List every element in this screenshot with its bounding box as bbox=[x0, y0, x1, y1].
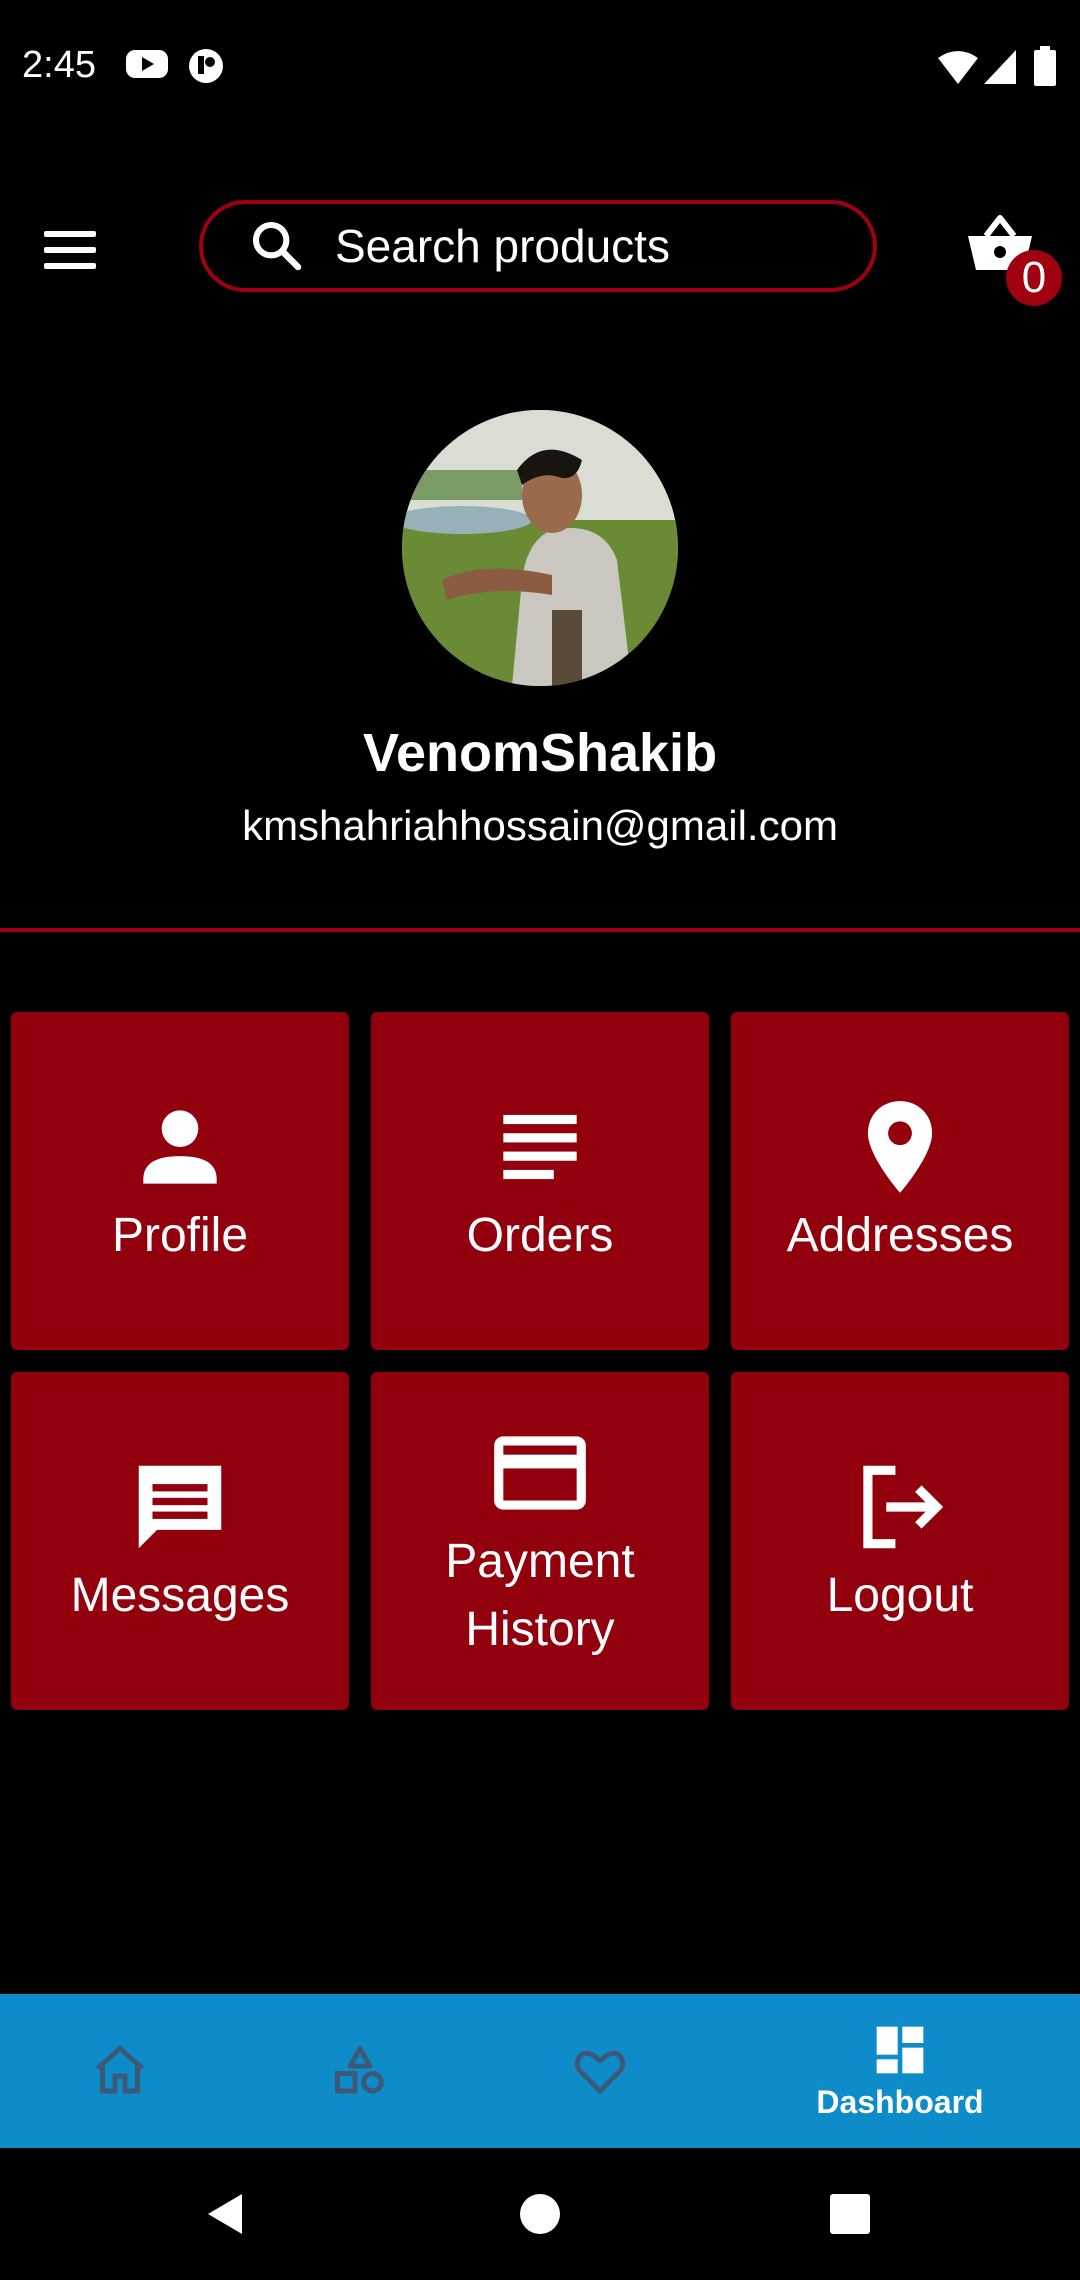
avatar[interactable] bbox=[402, 410, 678, 686]
message-icon bbox=[138, 1465, 222, 1549]
avatar-photo bbox=[402, 410, 678, 686]
wifi-icon bbox=[938, 51, 978, 84]
home-icon bbox=[95, 2046, 145, 2094]
menu-icon-line bbox=[44, 263, 96, 269]
profile-header: VenomShakib kmshahriahhossain@gmail.com bbox=[0, 410, 1080, 850]
search-bar[interactable] bbox=[199, 200, 877, 292]
user-email: kmshahriahhossain@gmail.com bbox=[242, 802, 838, 849]
search-input[interactable] bbox=[333, 218, 857, 274]
tile-label: Logout bbox=[826, 1569, 974, 1622]
top-bar: 0 bbox=[0, 190, 1080, 310]
nav-categories[interactable] bbox=[310, 1994, 410, 2148]
menu-icon-line bbox=[44, 231, 96, 237]
youtube-icon bbox=[126, 50, 168, 78]
tile-label: Profile bbox=[111, 1209, 249, 1262]
cart-count-badge: 0 bbox=[1006, 250, 1062, 306]
section-divider bbox=[0, 928, 1080, 932]
heart-icon bbox=[575, 2050, 625, 2094]
menu-icon-line bbox=[44, 247, 96, 253]
messages-tile[interactable]: Messages bbox=[11, 1372, 349, 1710]
tile-label: Orders bbox=[466, 1209, 614, 1262]
profile-tile[interactable]: Profile bbox=[11, 1012, 349, 1350]
user-name: VenomShakib bbox=[362, 723, 718, 783]
location-pin-icon bbox=[867, 1101, 933, 1193]
nav-home[interactable] bbox=[70, 1994, 170, 2148]
dashboard-icon bbox=[876, 2026, 924, 2073]
tile-label: Addresses bbox=[786, 1209, 1014, 1262]
menu-button[interactable] bbox=[44, 220, 108, 280]
status-time: 2:45 bbox=[22, 44, 96, 86]
logout-icon bbox=[863, 1465, 944, 1549]
payment-history-tile[interactable]: Payment History bbox=[371, 1372, 709, 1710]
cart-button[interactable]: 0 bbox=[966, 214, 1062, 306]
nav-wishlist[interactable] bbox=[550, 1994, 650, 2148]
status-bar: 2:45 bbox=[0, 0, 1080, 136]
battery-icon bbox=[1034, 46, 1056, 86]
tile-label: Messages bbox=[70, 1569, 290, 1622]
nav-label: Dashboard bbox=[816, 2083, 984, 2120]
home-button-icon[interactable] bbox=[518, 2192, 562, 2236]
signal-icon bbox=[984, 50, 1016, 84]
search-icon bbox=[252, 221, 302, 271]
logout-tile[interactable]: Logout bbox=[731, 1372, 1069, 1710]
addresses-tile[interactable]: Addresses bbox=[731, 1012, 1069, 1350]
nav-dashboard[interactable]: Dashboard bbox=[800, 1994, 1000, 2148]
bottom-navigation: Dashboard bbox=[0, 1994, 1080, 2148]
credit-card-icon bbox=[494, 1436, 586, 1510]
recents-icon[interactable] bbox=[828, 2192, 872, 2236]
app-icon bbox=[189, 49, 223, 83]
tile-label: Payment History bbox=[445, 1535, 635, 1656]
person-icon bbox=[143, 1110, 217, 1184]
list-icon bbox=[503, 1114, 577, 1180]
back-icon[interactable] bbox=[204, 2192, 248, 2236]
categories-icon bbox=[335, 2046, 384, 2094]
orders-tile[interactable]: Orders bbox=[371, 1012, 709, 1350]
system-navigation-bar bbox=[0, 2148, 1080, 2280]
